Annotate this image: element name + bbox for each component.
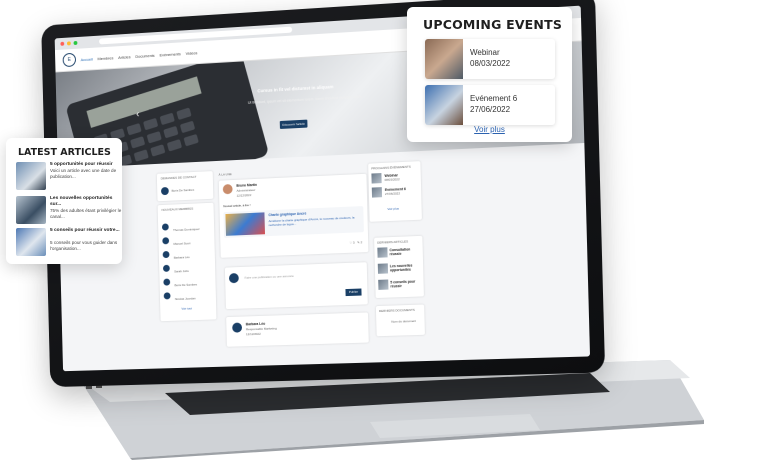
preview-description: Améliorer la charte graphique d'Ancré, l…	[269, 215, 358, 227]
nav-documents[interactable]: Documents	[135, 52, 154, 58]
nav-members[interactable]: Membres	[97, 55, 113, 61]
contact-name[interactable]: Boris De Sambes	[172, 188, 195, 193]
event-image	[425, 85, 463, 125]
post-date: 12/12/2022	[246, 332, 261, 336]
composer-input[interactable]: Faire une publication ou une annonce	[245, 274, 294, 280]
hero-title: Cursus in fit vel dictumst in aliquam	[257, 84, 333, 93]
event-date: 27/06/2022	[385, 191, 400, 196]
upcoming-events-title: UPCOMING EVENTS	[423, 17, 562, 32]
event-name: Webinar	[470, 48, 500, 57]
new-members-card: NOUVEAUX MEMBRES Thomas Dominiquez Manue…	[158, 203, 217, 322]
avatar	[161, 187, 169, 195]
article-item[interactable]: 5 opportunités pour réussir Voici un art…	[16, 162, 121, 192]
see-all-members-link[interactable]: Voir tout	[181, 306, 192, 310]
preview-title: Charte graphique Ancré	[268, 212, 306, 218]
next-events-card: PROCHAINS ÉVÉNEMENTS Webinar 08/03/2022 …	[368, 161, 422, 222]
article-link[interactable]: Consultation réussie	[389, 247, 421, 256]
latest-articles-title: LATEST ARTICLES	[18, 147, 111, 158]
event-date: 08/03/2022	[385, 177, 400, 182]
article-title: Les nouvelles opportunités sur...	[50, 196, 122, 207]
feed-post: Bruno Martin Administrateur 12/12/2022 N…	[219, 174, 369, 258]
reactions-icon[interactable]: ♡ 3 ✎ 2	[349, 240, 362, 245]
nav-events[interactable]: Evénements	[159, 51, 180, 57]
article-image	[16, 228, 46, 256]
event-item[interactable]: Webinar 08/03/2022	[425, 39, 555, 79]
latest-documents-panel: DERNIERS DOCUMENTS Nom du document	[376, 304, 425, 336]
dashboard-content: DEMANDES DE CONTACT Boris De Sambes NOUV…	[58, 143, 590, 371]
article-item[interactable]: 5 conseils pour réussir votre... 5 conse…	[16, 228, 121, 258]
carousel-prev-icon[interactable]: ‹	[136, 109, 139, 120]
avatar	[232, 323, 242, 333]
nav-articles[interactable]: Articles	[118, 54, 131, 60]
member-row[interactable]: Nicolas Jourdan	[164, 286, 196, 305]
hero-subtitle: Ut tincidunt, ipsum vel sit elementum lo…	[248, 95, 363, 105]
feed-title: À LA UNE	[219, 172, 232, 177]
see-more-events-link[interactable]: Voir plus	[387, 207, 399, 212]
contact-requests-title: DEMANDES DE CONTACT	[161, 175, 197, 181]
post-role: Administrateur	[236, 188, 255, 193]
event-date: 27/06/2022	[470, 105, 510, 114]
post-link-preview[interactable]: Charte graphique Ancré Améliorer la char…	[223, 206, 363, 238]
article-description: 5 conseils pour vous guider dans l'organ…	[50, 240, 122, 251]
composer-card: Faire une publication ou une annonce Pub…	[225, 262, 368, 309]
document-link[interactable]: Nom du document	[391, 319, 416, 324]
article-link[interactable]: 5 conseils pour réussir	[390, 279, 422, 288]
event-image	[425, 39, 463, 79]
post-author[interactable]: Barbara Léo	[246, 322, 265, 327]
preview-image	[225, 212, 265, 235]
event-date: 08/03/2022	[470, 59, 510, 68]
avatar	[223, 184, 233, 194]
article-title: 5 opportunités pour réussir	[50, 162, 122, 168]
event-thumbnail	[372, 187, 382, 197]
hero-button[interactable]: Découvrir l'article	[280, 120, 308, 129]
site-logo[interactable]: E	[63, 53, 77, 67]
article-link[interactable]: Les nouvelles opportunités	[390, 263, 422, 272]
post-text: Nouvel article, à lire !	[223, 203, 250, 208]
contact-requests-card: DEMANDES DE CONTACT Boris De Sambes	[157, 171, 214, 201]
event-thumbnail	[371, 173, 381, 184]
avatar	[229, 273, 239, 283]
article-image	[16, 162, 46, 190]
post-date: 12/12/2022	[237, 193, 252, 198]
article-image	[16, 196, 46, 224]
feed-post-second: Barbara Léo Responsable Marketing 12/12/…	[226, 312, 369, 346]
article-description: Voici un article avec une date de public…	[50, 168, 122, 179]
upcoming-events-card: UPCOMING EVENTS Webinar 08/03/2022 Evéne…	[407, 7, 572, 142]
post-role: Responsable Marketing	[246, 326, 277, 331]
latest-articles-card: LATEST ARTICLES 5 opportunités pour réus…	[6, 138, 122, 264]
event-item[interactable]: Evénement 6 27/06/2022	[425, 85, 555, 125]
see-more-link[interactable]: Voir plus	[407, 125, 572, 134]
new-members-title: NOUVEAUX MEMBRES	[162, 207, 194, 212]
article-description: 75% des adultes étant privilégier le can…	[50, 208, 122, 219]
member-name: Nicolas Jourdan	[175, 296, 196, 301]
nav-videos[interactable]: Vidéos	[186, 50, 198, 56]
event-name: Evénement 6	[470, 94, 517, 103]
nav-home[interactable]: Accueil	[81, 56, 93, 62]
latest-articles-panel: DERNIERS ARTICLES Consultation réussie L…	[374, 236, 424, 298]
publish-button[interactable]: Publier	[345, 289, 361, 297]
latest-articles-panel-title: DERNIERS ARTICLES	[377, 239, 408, 244]
next-events-title: PROCHAINS ÉVÉNEMENTS	[371, 165, 411, 171]
article-title: 5 conseils pour réussir votre...	[50, 228, 122, 234]
latest-documents-title: DERNIERS DOCUMENTS	[379, 308, 415, 313]
article-item[interactable]: Les nouvelles opportunités sur... 75% de…	[16, 196, 121, 226]
